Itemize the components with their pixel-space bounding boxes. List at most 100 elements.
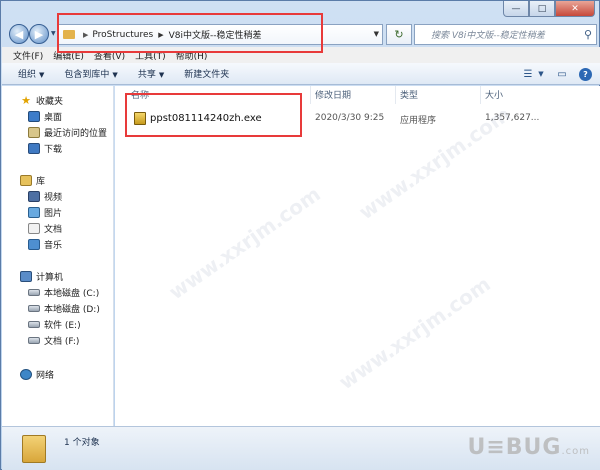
preview-pane-icon[interactable]: ▭ bbox=[555, 67, 569, 81]
chevron-down-icon[interactable]: ▼ bbox=[537, 67, 545, 81]
command-toolbar: 组织 ▼ 包含到库中 ▼ 共享 ▼ 新建文件夹 ☰ ▼ ▭ ? bbox=[2, 63, 600, 85]
menu-help[interactable]: 帮助(H) bbox=[176, 49, 208, 62]
menu-file[interactable]: 文件(F) bbox=[13, 49, 43, 62]
forward-button[interactable]: ▶ bbox=[29, 24, 49, 44]
sidebar-item-label: 库 bbox=[36, 177, 46, 187]
refresh-button[interactable]: ↻ bbox=[386, 24, 412, 45]
sidebar-item-label: 视频 bbox=[44, 193, 63, 203]
explorer-window: — □ ✕ ◀ ▶ ▼ ▶ ProStructures ▶ V8i中文版--稳定… bbox=[0, 0, 600, 470]
sidebar-item-drive-f[interactable]: 文档 (F:) bbox=[28, 334, 79, 347]
chevron-right-icon[interactable]: ▶ bbox=[158, 31, 163, 39]
column-header-date[interactable]: 修改日期 bbox=[315, 88, 351, 101]
file-type: 应用程序 bbox=[400, 116, 437, 126]
sidebar-item-label: 图片 bbox=[44, 209, 63, 219]
menu-edit[interactable]: 编辑(E) bbox=[53, 49, 84, 62]
sidebar-item-label: 计算机 bbox=[36, 273, 64, 283]
include-in-library-button[interactable]: 包含到库中 ▼ bbox=[64, 67, 117, 80]
breadcrumb-current-folder[interactable]: V8i中文版--稳定性稍差 bbox=[169, 28, 262, 41]
desktop-icon bbox=[28, 111, 40, 122]
maximize-button[interactable]: □ bbox=[529, 1, 555, 17]
breadcrumb-prostructures[interactable]: ProStructures bbox=[92, 30, 153, 40]
column-divider[interactable] bbox=[480, 86, 481, 104]
exe-file-icon bbox=[134, 112, 146, 125]
column-header-size[interactable]: 大小 bbox=[485, 88, 503, 101]
item-count: 1 个对象 bbox=[64, 438, 100, 448]
logo-text: U≡BUG bbox=[467, 435, 562, 460]
organize-button[interactable]: 组织 ▼ bbox=[18, 67, 44, 80]
sidebar-item-libraries[interactable]: 库 bbox=[20, 174, 45, 187]
menu-tools[interactable]: 工具(T) bbox=[135, 49, 166, 62]
sidebar-item-downloads[interactable]: 下载 bbox=[28, 142, 62, 155]
sidebar-item-label: 桌面 bbox=[44, 113, 63, 123]
file-size: 1,357,627... bbox=[485, 113, 540, 123]
sidebar-item-label: 本地磁盘 (D:) bbox=[44, 305, 100, 315]
sidebar-item-recent-places[interactable]: 最近访问的位置 bbox=[28, 126, 107, 139]
sidebar-item-computer[interactable]: 计算机 bbox=[20, 270, 63, 283]
address-bar[interactable]: ▶ ProStructures ▶ V8i中文版--稳定性稍差 ▼ bbox=[58, 24, 383, 45]
file-row[interactable]: ppst081114240zh.exe 2020/3/30 9:25 应用程序 … bbox=[115, 111, 600, 127]
folder-icon bbox=[22, 435, 46, 463]
recent-pages-dropdown[interactable]: ▼ bbox=[51, 30, 56, 37]
share-label: 共享 bbox=[137, 70, 156, 80]
sidebar-item-label: 网络 bbox=[36, 371, 55, 381]
document-icon bbox=[28, 223, 40, 234]
sidebar-item-label: 最近访问的位置 bbox=[44, 129, 108, 139]
sidebar-item-pictures[interactable]: 图片 bbox=[28, 206, 62, 219]
search-input[interactable]: 搜索 V8i中文版--稳定性稍差 ⚲ bbox=[414, 24, 597, 45]
chevron-down-icon: ▼ bbox=[112, 71, 118, 79]
folder-icon bbox=[63, 30, 75, 39]
logo-suffix: .com bbox=[561, 446, 590, 457]
star-icon: ★ bbox=[21, 93, 31, 107]
sidebar-item-label: 软件 (E:) bbox=[44, 321, 81, 331]
sidebar-item-videos[interactable]: 视频 bbox=[28, 190, 62, 203]
sidebar-item-music[interactable]: 音乐 bbox=[28, 238, 62, 251]
back-button[interactable]: ◀ bbox=[9, 24, 29, 44]
search-icon[interactable]: ⚲ bbox=[584, 28, 592, 41]
chevron-down-icon[interactable]: ▼ bbox=[374, 30, 379, 38]
sidebar-item-drive-d[interactable]: 本地磁盘 (D:) bbox=[28, 302, 100, 315]
drive-icon bbox=[28, 289, 40, 296]
help-icon[interactable]: ? bbox=[579, 67, 592, 81]
share-button[interactable]: 共享 ▼ bbox=[138, 67, 164, 80]
new-folder-button[interactable]: 新建文件夹 bbox=[184, 67, 229, 80]
view-options-icon[interactable]: ☰ bbox=[521, 67, 535, 81]
library-icon bbox=[20, 175, 32, 186]
drive-icon bbox=[28, 321, 40, 328]
sidebar-item-label: 本地磁盘 (C:) bbox=[44, 289, 100, 299]
computer-icon bbox=[20, 271, 32, 282]
sidebar-item-drive-c[interactable]: 本地磁盘 (C:) bbox=[28, 286, 99, 299]
site-logo: U≡BUG.com bbox=[467, 435, 590, 460]
file-modified: 2020/3/30 9:25 bbox=[315, 113, 385, 123]
status-bar: 1 个对象 U≡BUG.com bbox=[2, 426, 600, 470]
video-icon bbox=[28, 191, 40, 202]
music-icon bbox=[28, 239, 40, 250]
chevron-right-icon[interactable]: ▶ bbox=[83, 31, 88, 39]
column-divider[interactable] bbox=[310, 86, 311, 104]
sidebar-item-label: 收藏夹 bbox=[36, 97, 64, 107]
minimize-button[interactable]: — bbox=[503, 1, 529, 17]
caption-buttons: — □ ✕ bbox=[503, 1, 595, 17]
chevron-down-icon: ▼ bbox=[158, 71, 165, 79]
close-button[interactable]: ✕ bbox=[555, 1, 595, 17]
sidebar-item-network[interactable]: 网络 bbox=[20, 368, 54, 381]
sidebar-item-desktop[interactable]: 桌面 bbox=[28, 110, 62, 123]
sidebar-item-label: 下载 bbox=[44, 145, 63, 155]
menu-view[interactable]: 查看(V) bbox=[94, 49, 125, 62]
menu-bar: 文件(F) 编辑(E) 查看(V) 工具(T) 帮助(H) bbox=[2, 47, 600, 63]
column-header-type[interactable]: 类型 bbox=[400, 88, 418, 101]
drive-icon bbox=[28, 337, 40, 344]
sidebar-item-documents[interactable]: 文档 bbox=[28, 222, 62, 235]
search-placeholder: 搜索 V8i中文版--稳定性稍差 bbox=[431, 31, 545, 41]
sidebar-item-drive-e[interactable]: 软件 (E:) bbox=[28, 318, 81, 331]
picture-icon bbox=[28, 207, 40, 218]
organize-label: 组织 bbox=[18, 70, 37, 80]
sidebar-item-favorites[interactable]: ★ 收藏夹 bbox=[20, 94, 63, 107]
chevron-down-icon: ▼ bbox=[39, 71, 45, 79]
recent-places-icon bbox=[28, 127, 40, 138]
sidebar-item-label: 文档 bbox=[44, 225, 63, 235]
column-header-name[interactable]: 名称 bbox=[131, 88, 149, 101]
toolbar-right: ☰ ▼ ▭ ? bbox=[511, 67, 592, 81]
column-divider[interactable] bbox=[395, 86, 396, 104]
include-in-library-label: 包含到库中 bbox=[64, 70, 110, 80]
network-icon bbox=[20, 369, 32, 380]
